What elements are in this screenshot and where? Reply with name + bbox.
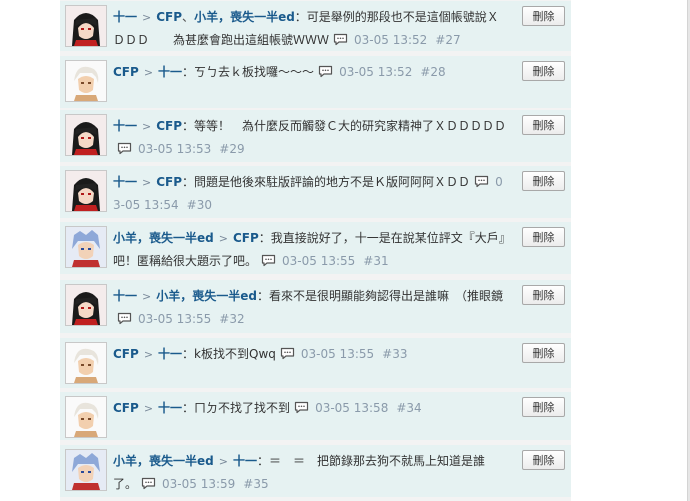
user-link[interactable]: 十一 (113, 175, 137, 189)
avatar[interactable] (65, 60, 107, 102)
user-link[interactable]: 十一 (113, 10, 137, 24)
floor-number[interactable]: #28 (420, 65, 445, 79)
reply-icon[interactable] (117, 312, 132, 325)
reply-icon[interactable] (141, 477, 156, 490)
delete-button[interactable]: 刪除 (522, 450, 565, 470)
user-link[interactable]: 小羊，喪失一半ed (113, 231, 214, 245)
comment-item: 十一 > 小羊，喪失一半ed：看來不是很明顯能夠認得出是誰嘛 （推眼鏡 03-05 1… (60, 280, 571, 333)
comment-content: CFP > 十一：ㄎㄅ去ｋ板找囉～～～ 03-05 13:52 #28 (113, 61, 508, 84)
avatar[interactable] (65, 396, 107, 438)
comment-item: CFP > 十一：k板找不到Qwq 03-05 13:55 #33 刪除 (60, 338, 571, 388)
floor-number[interactable]: #33 (382, 347, 407, 361)
comment-content: CFP > 十一：k板找不到Qwq 03-05 13:55 #33 (113, 343, 508, 366)
user-link[interactable]: 十一 (113, 119, 137, 133)
timestamp: 03-05 13:52 (339, 65, 413, 79)
comment-text: ：ㄎㄅ去ｋ板找囉～～～ (182, 65, 315, 79)
delete-button[interactable]: 刪除 (522, 285, 565, 305)
avatar[interactable] (65, 342, 107, 384)
comment-text: ：問題是他後來駐版評論的地方不是Ｋ版阿阿阿ＸＤＤ (182, 175, 471, 189)
comment-content: 十一 > CFP：問題是他後來駐版評論的地方不是Ｋ版阿阿阿ＸＤＤ 03-05 13:5… (113, 171, 508, 216)
comment-content: 十一 > CFP：等等！ 為什麼反而觸發Ｃ大的研究家精神了ＸＤＤＤＤＤ 03-05 1… (113, 115, 508, 160)
floor-number[interactable]: #31 (363, 254, 388, 268)
reply-arrow: > (143, 66, 154, 79)
comment-item: CFP > 十一：ㄇㄉ不找了找不到 03-05 13:58 #34 刪除 (60, 392, 571, 440)
avatar[interactable] (65, 5, 107, 47)
delete-button[interactable]: 刪除 (522, 343, 565, 363)
reply-arrow: > (142, 120, 152, 133)
reply-arrow: > (143, 402, 154, 415)
timestamp: 03-05 13:55 (138, 312, 212, 326)
reply-icon[interactable] (333, 33, 348, 46)
user-link[interactable]: CFP (233, 231, 259, 245)
reply-icon[interactable] (318, 65, 333, 78)
comment-content: 小羊，喪失一半ed > 十一：＝ ＝ 把節錄那去狗不就馬上知道是誰了。 03-05 1… (113, 450, 508, 495)
punctuation: 、 (182, 10, 195, 24)
floor-number[interactable]: #35 (243, 477, 268, 491)
comment-feed: 十一 > CFP、小羊，喪失一半ed：可是舉例的那段也不是這個帳號說ＸＤＤＤ 為甚麼… (60, 0, 571, 501)
delete-button[interactable]: 刪除 (522, 171, 565, 191)
reply-icon[interactable] (474, 175, 489, 188)
floor-number[interactable]: #29 (219, 142, 244, 156)
floor-number[interactable]: #32 (219, 312, 244, 326)
avatar[interactable] (65, 170, 107, 212)
delete-button[interactable]: 刪除 (522, 397, 565, 417)
comment-content: 小羊，喪失一半ed > CFP：我直接說好了，十一是在說某位評文『大戶』吧！匿稱給很… (113, 227, 508, 272)
comment-item: 十一 > CFP：問題是他後來駐版評論的地方不是Ｋ版阿阿阿ＸＤＤ 03-05 13:5… (60, 166, 571, 218)
timestamp: 03-05 13:55 (300, 347, 375, 361)
comment-text: ：k板找不到Qwq (182, 347, 276, 361)
floor-number[interactable]: #27 (435, 33, 460, 47)
timestamp: 03-05 13:52 (354, 33, 428, 47)
avatar[interactable] (65, 114, 107, 156)
avatar[interactable] (65, 449, 107, 491)
comment-content: CFP > 十一：ㄇㄉ不找了找不到 03-05 13:58 #34 (113, 397, 508, 420)
comment-item: 小羊，喪失一半ed > 十一：＝ ＝ 把節錄那去狗不就馬上知道是誰了。 03-05 1… (60, 445, 571, 497)
comment-text: ：ㄇㄉ不找了找不到 (182, 401, 291, 415)
floor-number[interactable]: #30 (187, 198, 212, 212)
user-link[interactable]: 小羊，喪失一半ed (113, 454, 214, 468)
user-link[interactable]: CFP (113, 65, 139, 79)
user-link[interactable]: 小羊，喪失一半ed (156, 289, 257, 303)
avatar[interactable] (65, 226, 107, 268)
comment-text: ：等等！ 為什麼反而觸發Ｃ大的研究家精神了ＸＤＤＤＤＤ (182, 119, 507, 133)
user-link[interactable]: 十一 (113, 289, 137, 303)
comment-item: 小羊，喪失一半ed > CFP：我直接說好了，十一是在說某位評文『大戶』吧！匿稱給很… (60, 222, 571, 274)
comment-text: ：看來不是很明顯能夠認得出是誰嘛 （推眼鏡 (256, 289, 503, 303)
comment-content: 十一 > 小羊，喪失一半ed：看來不是很明顯能夠認得出是誰嘛 （推眼鏡 03-05 1… (113, 285, 508, 330)
user-link[interactable]: 十一 (158, 65, 182, 79)
user-link[interactable]: CFP (113, 347, 139, 361)
delete-button[interactable]: 刪除 (522, 6, 565, 26)
reply-icon[interactable] (280, 347, 295, 360)
user-link[interactable]: CFP (113, 401, 139, 415)
user-link[interactable]: 十一 (158, 401, 182, 415)
comment-item: CFP > 十一：ㄎㄅ去ｋ板找囉～～～ 03-05 13:52 #28 刪除 (60, 56, 571, 108)
avatar[interactable] (65, 284, 107, 326)
comment-content: 十一 > CFP、小羊，喪失一半ed：可是舉例的那段也不是這個帳號說ＸＤＤＤ 為甚麼… (113, 6, 508, 51)
comment-item: 十一 > CFP：等等！ 為什麼反而觸發Ｃ大的研究家精神了ＸＤＤＤＤＤ 03-05 1… (60, 110, 571, 162)
reply-arrow: > (218, 232, 228, 245)
user-link[interactable]: 小羊，喪失一半ed (194, 10, 295, 24)
delete-button[interactable]: 刪除 (522, 61, 565, 81)
user-link[interactable]: CFP (156, 175, 182, 189)
timestamp: 03-05 13:53 (138, 142, 212, 156)
user-link[interactable]: 十一 (233, 454, 257, 468)
floor-number[interactable]: #34 (396, 401, 421, 415)
delete-button[interactable]: 刪除 (522, 227, 565, 247)
user-link[interactable]: 十一 (158, 347, 182, 361)
reply-arrow: > (142, 11, 152, 24)
reply-icon[interactable] (117, 142, 132, 155)
user-link[interactable]: CFP (156, 10, 182, 24)
timestamp: 03-05 13:55 (282, 254, 356, 268)
reply-arrow: > (142, 290, 152, 303)
comment-item: 十一 > CFP、小羊，喪失一半ed：可是舉例的那段也不是這個帳號說ＸＤＤＤ 為甚麼… (60, 1, 571, 51)
delete-button[interactable]: 刪除 (522, 115, 565, 135)
reply-arrow: > (142, 176, 152, 189)
timestamp: 03-05 13:58 (315, 401, 389, 415)
timestamp: 03-05 13:59 (162, 477, 236, 491)
reply-icon[interactable] (294, 401, 309, 414)
reply-arrow: > (218, 455, 228, 468)
reply-arrow: > (143, 348, 154, 361)
reply-icon[interactable] (261, 254, 276, 267)
user-link[interactable]: CFP (156, 119, 182, 133)
